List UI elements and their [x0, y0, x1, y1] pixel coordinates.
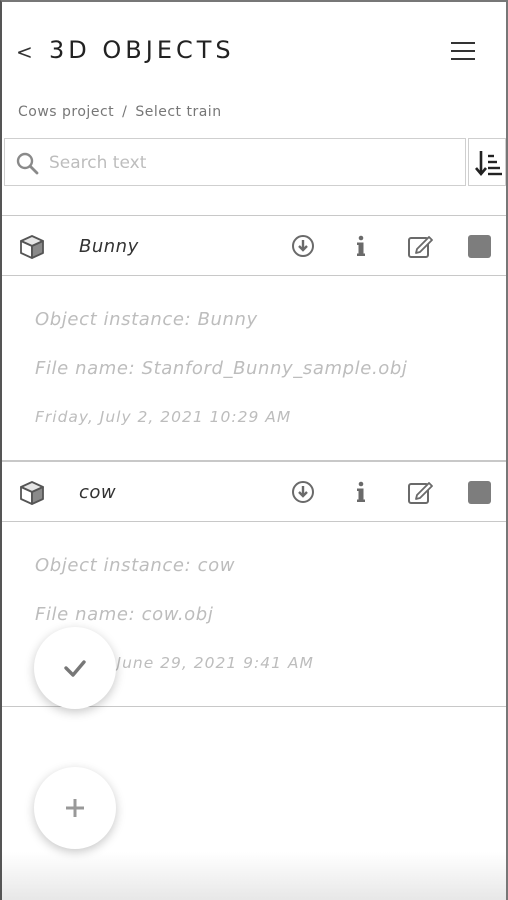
object-file-name: File name: Stanford_Bunny_sample.obj — [35, 358, 408, 379]
search-box — [4, 138, 466, 186]
object-instance: Object instance: cow — [35, 555, 236, 576]
search-input[interactable] — [49, 148, 449, 178]
sort-button[interactable] — [468, 138, 506, 186]
confirm-fab-button[interactable] — [34, 627, 116, 709]
search-icon — [16, 152, 39, 175]
select-checkbox[interactable] — [468, 235, 491, 258]
cube-icon — [20, 235, 44, 259]
edit-icon[interactable] — [407, 479, 433, 505]
page-title: 3D OBJECTS — [49, 36, 235, 64]
edit-icon[interactable] — [407, 233, 433, 259]
hamburger-menu-icon[interactable] — [451, 42, 475, 62]
info-icon[interactable] — [348, 233, 374, 259]
object-details: Object instance: Bunny File name: Stanfo… — [2, 276, 506, 461]
object-row-header[interactable]: cow — [2, 461, 506, 522]
bottom-shade — [2, 852, 506, 900]
object-name: cow — [79, 482, 117, 503]
search-row — [2, 138, 506, 186]
object-name: Bunny — [79, 236, 139, 257]
breadcrumb: Cows project / Select train — [18, 104, 222, 120]
breadcrumb-separator: / — [122, 104, 128, 120]
sort-icon — [475, 151, 502, 177]
object-instance: Object instance: Bunny — [35, 309, 258, 330]
select-checkbox[interactable] — [468, 481, 491, 504]
object-file-name: File name: cow.obj — [35, 604, 214, 625]
download-icon[interactable] — [290, 233, 316, 259]
top-bar: < 3D OBJECTS — [2, 2, 506, 102]
info-icon[interactable] — [348, 479, 374, 505]
plus-icon — [66, 799, 84, 817]
object-date: Friday, July 2, 2021 10:29 AM — [35, 408, 292, 426]
back-button[interactable]: < — [16, 40, 33, 64]
object-row-header[interactable]: Bunny — [2, 215, 506, 276]
check-icon — [64, 660, 86, 677]
breadcrumb-item-current: Select train — [135, 104, 222, 120]
app-frame: < 3D OBJECTS Cows project / Select train — [0, 0, 508, 900]
download-icon[interactable] — [290, 479, 316, 505]
cube-icon — [20, 481, 44, 505]
add-object-fab-button[interactable] — [34, 767, 116, 849]
breadcrumb-item-project[interactable]: Cows project — [18, 104, 114, 120]
